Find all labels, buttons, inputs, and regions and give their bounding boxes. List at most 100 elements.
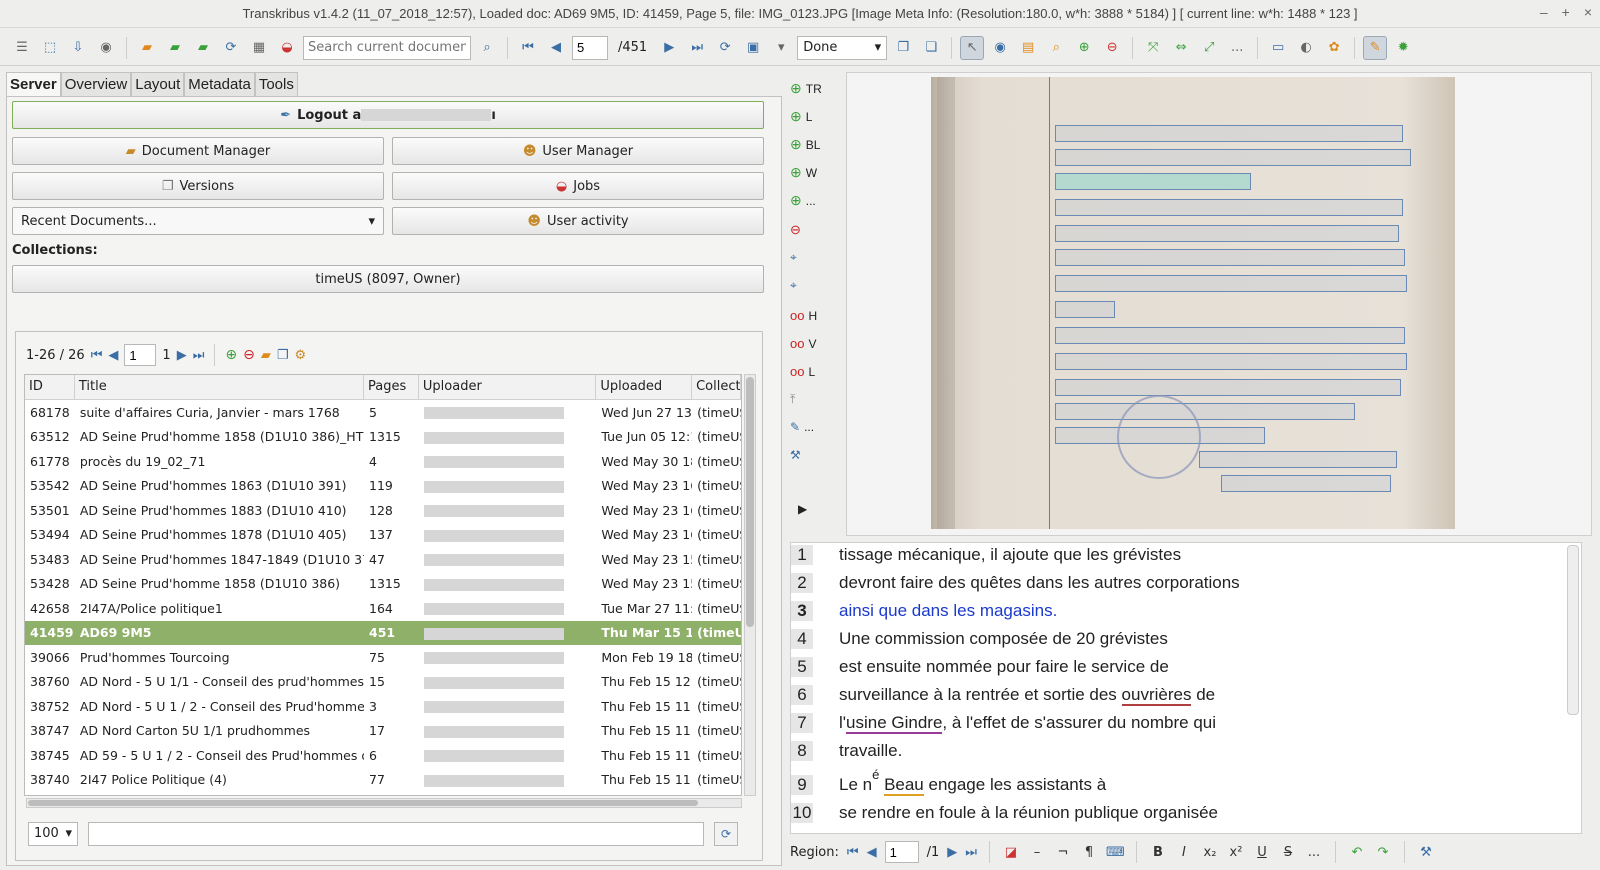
editor-scrollbar[interactable] [1567,545,1579,715]
column-pages[interactable]: Pages [364,375,419,399]
table-row[interactable]: 38740 2I47 Police Politique (4) 77 Thu Feb … [25,768,741,793]
menu-icon[interactable]: ☰ [10,36,34,60]
line-region-8[interactable] [1055,301,1115,318]
add-baseline-tool[interactable]: ⊕ BL [790,136,820,153]
tab-tools[interactable]: Tools [254,72,298,96]
not-sign-icon[interactable]: ¬ [1054,845,1072,860]
table-row[interactable]: 68178 suite d'affaires Curia, Janvier - m… [25,400,741,425]
last-page-icon[interactable]: ⏭ [193,348,205,363]
refresh-button[interactable]: ⟳ [714,822,738,846]
line-region-4[interactable] [1055,199,1403,216]
save-icon[interactable]: ▣ [741,36,765,60]
import-folder-icon[interactable]: ▰ [163,36,187,60]
copy-icon[interactable]: ❐ [891,36,915,60]
open-local-icon[interactable]: ⬚ [38,36,62,60]
line-region-15[interactable] [1221,475,1391,492]
zoom-icon[interactable]: ⌕ [1044,36,1068,60]
column-title[interactable]: Title [75,375,365,399]
line-region-5[interactable] [1055,225,1399,242]
add-text-region-tool[interactable]: ⊕ TR [790,80,822,97]
user-manager-button[interactable]: ☻ User Manager [392,137,764,165]
duplicate-icon[interactable]: ❏ [919,36,943,60]
transcription-editor[interactable]: 1 tissage mécanique, il ajoute que les gr… [790,542,1582,834]
last-page-icon[interactable]: ⏭ [685,36,709,60]
fit-width-icon[interactable]: ⇔ [1169,36,1193,60]
first-page-icon[interactable]: ⏮ [516,36,540,60]
table-row[interactable]: 53428 AD Seine Prud'homme 1858 (D1U10 386… [25,572,741,597]
transcript-line-current[interactable]: 3 ainsi que dans les magasins. [791,601,1057,621]
keyboard-icon[interactable]: ⌨ [1106,845,1125,860]
upload-icon[interactable]: ◉ [94,36,118,60]
transcript-line[interactable]: 4 Une commission composée de 20 grévistes [791,629,1168,649]
table-horizontal-scrollbar[interactable] [26,798,742,808]
merge-tool[interactable]: ⤒ [790,392,795,407]
transcript-line[interactable]: 5 est ensuite nommée pour faire le servic… [791,657,1169,677]
prev-region-icon[interactable]: ◀ [867,845,877,860]
remove-point-tool[interactable]: ⌖ [790,278,797,293]
move-folder-icon[interactable]: ▰ [261,348,271,363]
tagged-word-place[interactable]: usine Gindre [846,713,943,734]
edit-shape-tool[interactable]: ✎... [790,420,814,434]
first-region-icon[interactable]: ⏮ [847,845,859,860]
contrast-icon[interactable]: ◐ [1294,36,1318,60]
tab-server[interactable]: Server [6,72,61,96]
scroll-thumb[interactable] [746,377,754,627]
print-icon[interactable]: ▦ [247,36,271,60]
table-row[interactable]: 41459 AD69 9M5 451 Thu Mar 15 18:0 (timeUS [25,620,741,645]
last-region-icon[interactable]: ⏭ [965,845,977,860]
line-region-12[interactable] [1055,403,1355,420]
table-row[interactable]: 53501 AD Seine Prud'hommes 1883 (D1U10 41… [25,498,741,523]
table-row[interactable]: 53542 AD Seine Prud'hommes 1863 (D1U10 39… [25,474,741,499]
export-icon[interactable]: ⇩ [66,36,90,60]
search-icon[interactable]: ⌕ [475,36,499,60]
logout-button[interactable]: ✒ Logout a ı [12,101,764,129]
transcript-line[interactable]: 6 surveillance à la rentrée et sortie des… [791,685,1215,706]
view-icon[interactable]: ◉ [988,36,1012,60]
table-row[interactable]: 38745 AD 59 - 5 U 1 / 2 - Conseil des Pru… [25,743,741,768]
fit-height-icon[interactable]: ⤢ [1197,36,1221,60]
column-id[interactable]: ID [25,375,75,399]
line-region-2[interactable] [1055,149,1411,166]
line-region-11[interactable] [1055,379,1401,396]
documents-page-input[interactable] [124,344,157,366]
add-more-tool[interactable]: ⊕... [790,192,816,209]
region-number-input[interactable] [884,841,919,863]
table-vertical-scrollbar[interactable] [744,374,756,796]
settings-gear-icon[interactable]: ⚙ [295,348,307,363]
column-uploader[interactable]: Uploader [419,375,597,399]
add-word-tool[interactable]: ⊕ W [790,164,817,181]
edit-pen-icon[interactable]: ✎ [1363,35,1388,60]
split-vertical-tool[interactable]: oo V [790,336,816,351]
eraser-icon[interactable]: ◪ [1002,845,1020,860]
reload-icon[interactable]: ⟳ [713,36,737,60]
table-row[interactable]: 61778 procès du 19_02_71 4 Wed May 30 18:5 (… [25,449,741,474]
line-region-10[interactable] [1055,353,1407,370]
more-icon[interactable]: ... [1225,36,1249,60]
transcript-line[interactable]: 8 travaille. [791,741,902,761]
line-region-6[interactable] [1055,249,1405,266]
sync-icon[interactable]: ⟳ [219,36,243,60]
wrench-icon[interactable]: ⚒ [1417,845,1435,860]
mug-icon[interactable]: ◒ [275,36,299,60]
user-activity-button[interactable]: ☻ User activity [392,207,764,235]
tagged-word-person[interactable]: ouvrières [1121,685,1192,706]
line-region-9[interactable] [1055,327,1405,344]
table-row[interactable]: 38752 AD Nord - 5 U 1 / 2 - Conseil des P… [25,694,741,719]
column-collection[interactable]: Collectio [692,375,741,399]
maximize-button[interactable]: + [1562,4,1570,20]
status-select[interactable]: Done ▾ [797,35,888,60]
table-row[interactable]: 38760 AD Nord - 5 U 1/1 - Conseil des pru… [25,670,741,695]
transcript-line[interactable]: 10 se rendre en foule à la réunion publiq… [791,803,1218,823]
open-folder-icon[interactable]: ▰ [135,36,159,60]
palette-icon[interactable]: ✿ [1322,36,1346,60]
underline-icon[interactable]: U [1253,845,1271,860]
table-row[interactable]: 63512 AD Seine Prud'homme 1858 (D1U10 386… [25,425,741,450]
next-page-icon[interactable]: ▶ [177,348,187,363]
search-document-input[interactable] [303,35,471,60]
next-page-icon[interactable]: ▶ [657,36,681,60]
transcript-line[interactable]: 1 tissage mécanique, il ajoute que les gr… [791,545,1181,565]
prev-page-icon[interactable]: ◀ [108,348,118,363]
expand-tools-toggle[interactable]: ▶ [798,502,807,516]
transcript-line[interactable]: 2 devront faire des quêtes dans les autre… [791,573,1240,593]
superscript-icon[interactable]: x² [1227,845,1245,860]
